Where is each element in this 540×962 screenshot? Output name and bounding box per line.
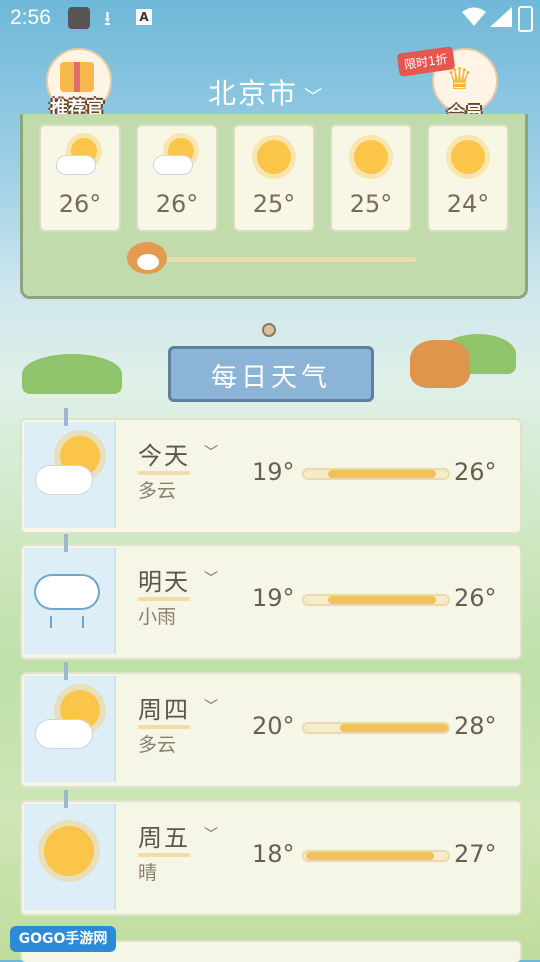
- daily-row[interactable]: 明天 ﹀ 小雨 19° 26°: [20, 534, 522, 660]
- status-time: 2:56: [10, 6, 51, 29]
- pin-icon: [64, 790, 68, 808]
- chevron-down-icon: ﹀: [204, 699, 218, 715]
- light-rain-icon: [36, 576, 98, 608]
- weather-condition: 晴: [138, 862, 158, 884]
- section-title: 每日天气: [210, 363, 331, 393]
- day-label: 明天: [138, 562, 190, 601]
- temp-range-bar: [302, 722, 450, 734]
- temp-range-bar: [302, 850, 450, 862]
- chevron-down-icon: ﹀: [304, 87, 325, 108]
- hourly-scrollbar[interactable]: [143, 257, 417, 262]
- daily-row[interactable]: 今天 ﹀ 多云 19° 26°: [20, 408, 522, 534]
- daily-row[interactable]: 周四 ﹀ 多云 20° 28°: [20, 662, 522, 788]
- cloudy-icon: [36, 720, 92, 748]
- download-icon: ⭳: [104, 6, 111, 30]
- sign-pin-icon: [262, 323, 276, 337]
- chevron-down-icon: ﹀: [204, 571, 218, 587]
- sun-icon: [257, 140, 291, 174]
- sun-cloud-icon: [154, 156, 192, 174]
- temp-range-bar: [302, 594, 450, 606]
- high-temp: 26°: [454, 458, 497, 486]
- hourly-card: 26°: [136, 124, 218, 232]
- hourly-forecast-board[interactable]: 26° 26° 25° 25° 24°: [20, 114, 528, 299]
- sun-icon: [451, 140, 485, 174]
- low-temp: 19°: [252, 458, 295, 486]
- battery-icon: [518, 6, 533, 32]
- weather-condition: 多云: [138, 734, 177, 756]
- vip-button[interactable]: ♛ 限时1折 会员: [396, 42, 500, 125]
- daily-row[interactable]: 周五 ﹀ 晴 18° 27°: [20, 790, 522, 916]
- hourly-card: 25°: [330, 124, 412, 232]
- sunny-icon: [44, 826, 94, 876]
- recommender-button[interactable]: 推荐官: [46, 48, 112, 119]
- low-temp: 19°: [252, 584, 295, 612]
- high-temp: 28°: [454, 712, 497, 740]
- city-selector[interactable]: 北京市 ﹀: [208, 72, 324, 112]
- weather-condition: 小雨: [138, 606, 177, 628]
- notification-icon: [68, 7, 90, 29]
- day-label: 周四: [138, 690, 190, 729]
- weather-condition: 多云: [138, 480, 177, 502]
- high-temp: 27°: [454, 840, 497, 868]
- section-sign: 每日天气: [168, 346, 374, 402]
- bush-decoration: [22, 354, 122, 394]
- sun-cloud-icon: [57, 156, 95, 174]
- temp-range-bar: [302, 468, 450, 480]
- dog-slider-handle[interactable]: [127, 242, 167, 274]
- hourly-temp: 25°: [349, 190, 393, 218]
- chevron-down-icon: ﹀: [204, 445, 218, 461]
- low-temp: 18°: [252, 840, 295, 868]
- low-temp: 20°: [252, 712, 295, 740]
- hourly-card: 24°: [427, 124, 509, 232]
- signal-icon: [490, 7, 512, 27]
- hourly-temp: 24°: [446, 190, 490, 218]
- city-name: 北京市: [208, 77, 299, 110]
- pin-icon: [64, 408, 68, 426]
- sun-icon: [354, 140, 388, 174]
- pin-icon: [64, 534, 68, 552]
- hourly-temp: 26°: [155, 190, 199, 218]
- hourly-temp: 25°: [252, 190, 296, 218]
- hourly-card: 25°: [233, 124, 315, 232]
- hourly-temp: 26°: [58, 190, 102, 218]
- high-temp: 26°: [454, 584, 497, 612]
- font-notification-icon: A: [136, 9, 152, 25]
- day-label: 周五: [138, 818, 190, 857]
- corgi-icon: [410, 340, 470, 388]
- day-label: 今天: [138, 436, 190, 475]
- wifi-icon: [462, 7, 486, 26]
- pin-icon: [64, 662, 68, 680]
- watermark-logo: GOGO手游网: [10, 926, 116, 952]
- chevron-down-icon: ﹀: [204, 827, 218, 843]
- cloudy-icon: [36, 466, 92, 494]
- hourly-card: 26°: [39, 124, 121, 232]
- status-bar: 2:56 ⭳ A: [0, 0, 540, 36]
